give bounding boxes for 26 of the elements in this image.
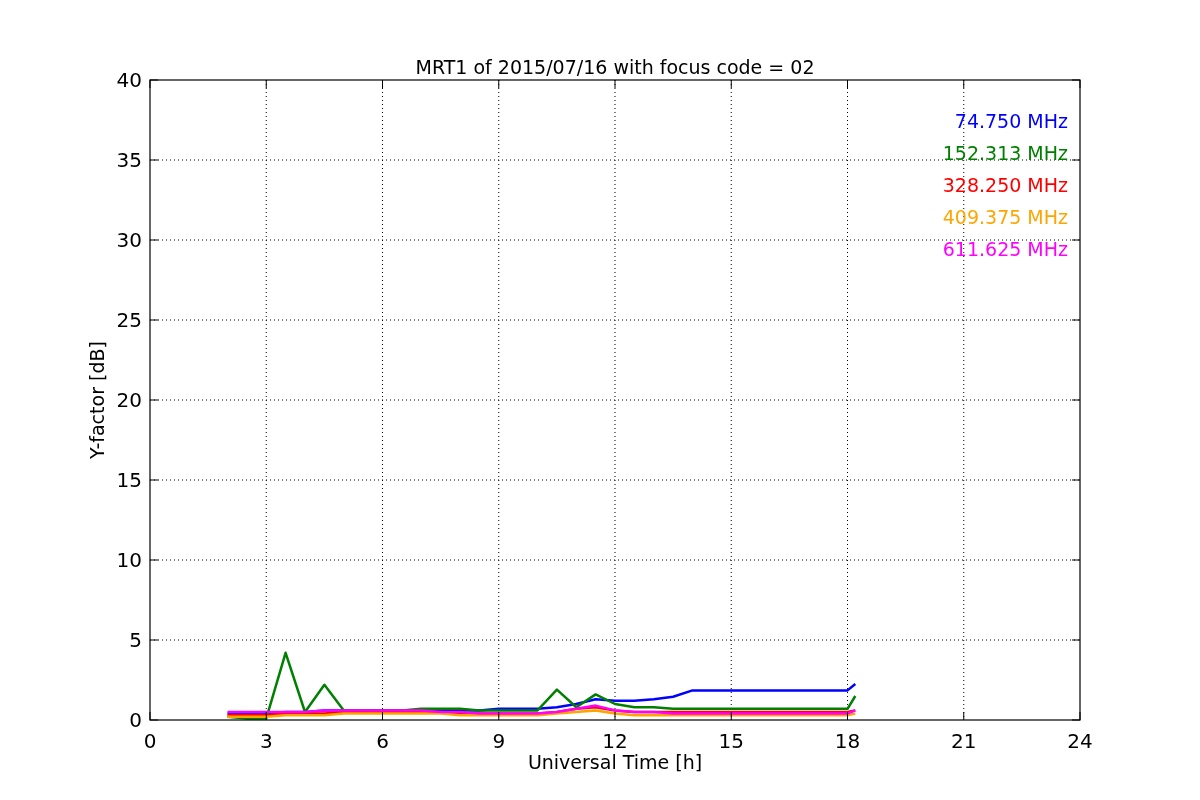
y-tick-label: 25 (116, 308, 142, 332)
x-tick-label: 15 (718, 729, 744, 753)
x-tick-label: 12 (602, 729, 628, 753)
y-tick-label: 10 (116, 548, 142, 572)
x-tick-label: 3 (259, 729, 273, 753)
y-tick-label: 20 (116, 388, 142, 412)
y-tick-label: 0 (129, 708, 142, 732)
x-tick-label: 9 (492, 729, 506, 753)
y-tick-label: 30 (116, 228, 142, 252)
x-tick-label: 21 (951, 729, 977, 753)
x-tick-label: 24 (1067, 729, 1093, 753)
legend-label: 611.625 MHz (942, 238, 1068, 260)
y-axis-label: Y-factor [dB] (86, 341, 108, 459)
x-tick-label: 6 (376, 729, 389, 753)
legend-label: 409.375 MHz (942, 206, 1068, 228)
legend-label: 328.250 MHz (942, 174, 1068, 196)
legend-label: 152.313 MHz (942, 142, 1068, 164)
y-tick-label: 35 (116, 148, 142, 172)
y-tick-label: 40 (116, 68, 142, 92)
legend-label: 74.750 MHz (954, 110, 1068, 132)
y-tick-label: 5 (129, 628, 142, 652)
x-tick-label: 18 (834, 729, 861, 753)
x-tick-label: 0 (143, 729, 157, 753)
chart-title: MRT1 of 2015/07/16 with focus code = 02 (415, 56, 815, 78)
x-axis-label: Universal Time [h] (527, 751, 703, 773)
y-tick-label: 15 (116, 468, 142, 492)
